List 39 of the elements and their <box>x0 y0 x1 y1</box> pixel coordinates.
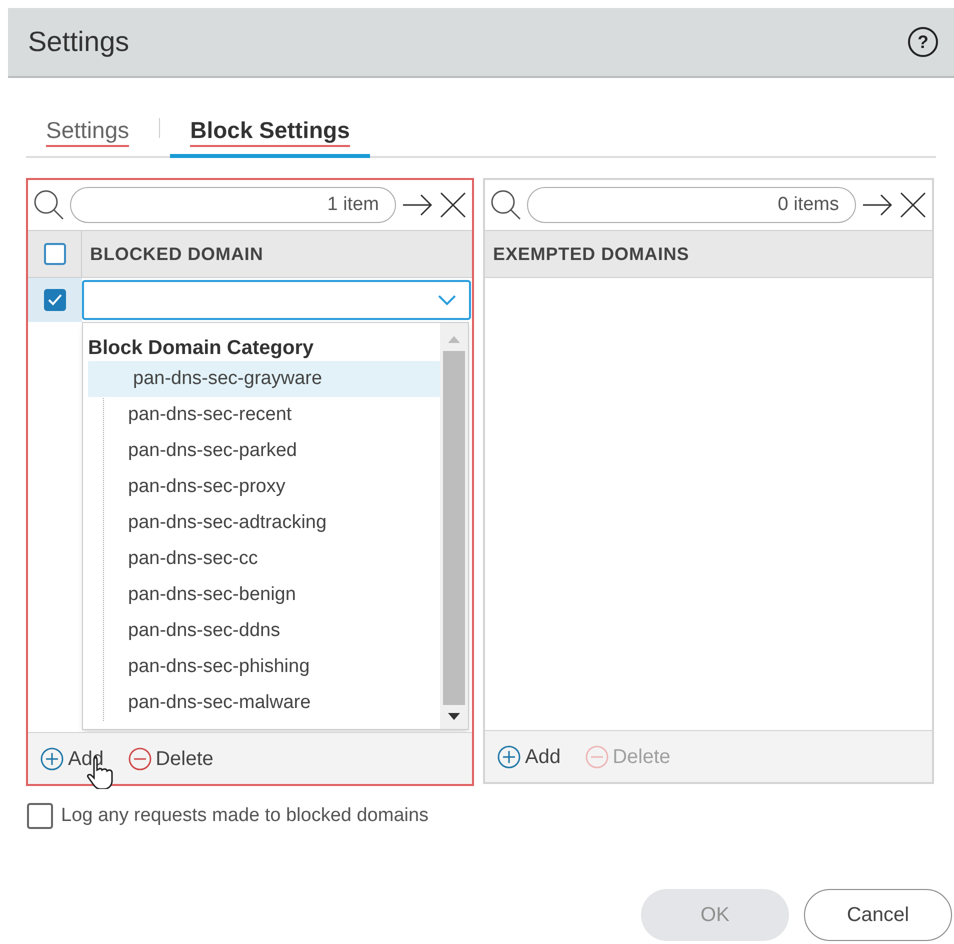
category-option[interactable]: pan-dns-sec-malware <box>83 685 440 721</box>
category-option[interactable]: pan-dns-sec-phishing <box>83 649 440 685</box>
help-icon[interactable]: ? <box>908 27 938 57</box>
column-header[interactable]: BLOCKED DOMAIN <box>82 240 272 268</box>
close-icon[interactable] <box>438 190 468 220</box>
row-checkbox[interactable] <box>44 289 66 311</box>
plus-circle-icon <box>497 744 521 768</box>
minus-circle-icon <box>128 746 152 770</box>
delete-button[interactable]: Delete <box>128 744 214 774</box>
close-icon[interactable] <box>898 190 928 220</box>
add-button[interactable]: Add <box>497 742 561 772</box>
check-icon <box>48 294 62 306</box>
column-header[interactable]: EXEMPTED DOMAINS <box>485 240 698 268</box>
dialog-title: Settings <box>28 25 130 59</box>
category-option[interactable]: pan-dns-sec-grayware <box>88 361 440 397</box>
search-icon[interactable] <box>32 188 66 222</box>
category-option[interactable]: pan-dns-sec-cc <box>83 541 440 577</box>
log-checkbox[interactable] <box>27 803 53 830</box>
scroll-down-icon[interactable] <box>448 713 460 721</box>
category-option[interactable]: pan-dns-sec-parked <box>83 433 440 469</box>
category-option[interactable]: pan-dns-sec-benign <box>83 577 440 613</box>
select-all-checkbox[interactable] <box>44 243 66 265</box>
scrollbar[interactable] <box>440 323 468 729</box>
log-label: Log any requests made to blocked domains <box>61 804 429 828</box>
domain-select[interactable] <box>82 280 471 320</box>
search-icon[interactable] <box>489 188 523 222</box>
group-label: Block Domain Category <box>87 336 315 361</box>
tab[interactable]: Settings <box>26 106 150 158</box>
category-option[interactable]: pan-dns-sec-recent <box>83 397 440 433</box>
filter-field[interactable]: 0 items <box>527 187 856 223</box>
category-option[interactable]: pan-dns-sec-adtracking <box>83 505 440 541</box>
category-option[interactable]: pan-dns-sec-ddns <box>83 613 440 649</box>
dialog-button[interactable]: Cancel <box>804 888 952 940</box>
plus-circle-icon <box>40 746 64 770</box>
chevron-down-icon[interactable] <box>437 294 457 306</box>
tab[interactable]: Block Settings <box>170 106 370 158</box>
minus-circle-icon <box>584 744 609 768</box>
category-option[interactable]: pan-dns-sec-proxy <box>83 469 440 505</box>
filter-field[interactable]: 1 item <box>70 187 396 223</box>
